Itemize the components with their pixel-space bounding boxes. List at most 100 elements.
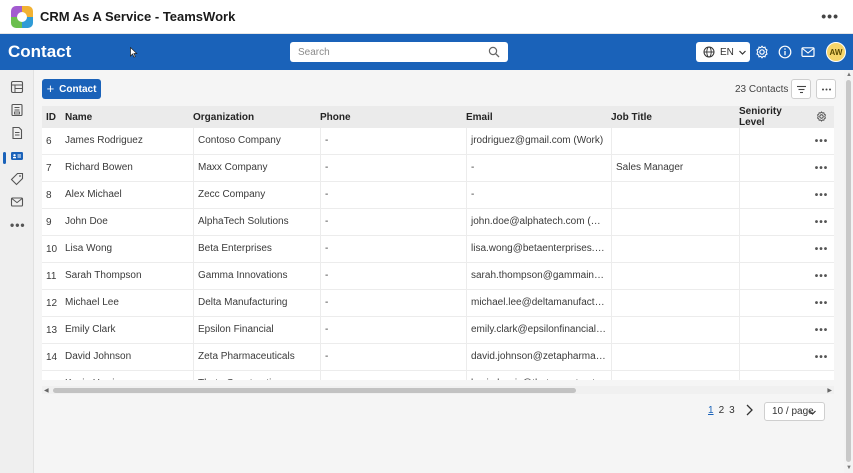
cell-job-title-text	[611, 371, 735, 380]
table-row[interactable]: 12 Michael Lee Delta Manufacturing - michael…	[42, 289, 834, 317]
cell-organization: Maxx Company	[189, 154, 316, 182]
column-header-email[interactable]: Email	[462, 106, 607, 128]
user-avatar[interactable]: AW	[826, 42, 846, 62]
row-more-options-icon[interactable]: •••	[809, 128, 834, 155]
filter-button[interactable]	[791, 79, 811, 99]
column-header-seniority-level[interactable]: Seniority Level	[735, 106, 809, 128]
cell-name-text: Kevin Harris	[65, 371, 189, 380]
page-1-link[interactable]: 1	[708, 405, 714, 416]
cell-phone-text: -	[320, 209, 462, 235]
app-logo-icon	[11, 5, 33, 28]
cell-name-text: James Rodriguez	[65, 135, 143, 146]
search-input[interactable]	[298, 46, 478, 58]
row-more-options-icon[interactable]: •••	[809, 208, 834, 236]
row-more-options-icon[interactable]: •••	[809, 181, 834, 209]
page-header: Contact EN AW	[0, 34, 853, 70]
cell-phone-text: -	[320, 155, 462, 181]
table-row[interactable]: 15 Kevin Harris Theta Construction-kevin.h…	[42, 370, 834, 380]
cell-id: 7	[42, 154, 61, 182]
table-row[interactable]: 14 David Johnson Zeta Pharmaceuticals - davi…	[42, 343, 834, 371]
table-row[interactable]: 11 Sarah Thompson Gamma Innovations - sarah.…	[42, 262, 834, 290]
scroll-down-arrow-icon[interactable]: ▼	[846, 465, 852, 471]
cell-job-title-text	[611, 317, 735, 343]
nav-contacts[interactable]	[9, 148, 25, 164]
cell-job-title: Sales Manager	[607, 154, 735, 182]
column-header-id[interactable]: ID	[42, 106, 61, 128]
row-more-options-icon[interactable]: •••	[809, 343, 834, 371]
cell-phone: -	[316, 316, 462, 344]
vertical-scrollbar[interactable]: ▲ ▼	[844, 70, 853, 473]
row-more-options-icon[interactable]: •••	[809, 289, 834, 317]
table-row[interactable]: 13 Emily Clark Epsilon Financial - emily.cla…	[42, 316, 834, 344]
cell-phone-text: -	[320, 263, 462, 289]
cell-phone: -	[316, 128, 462, 155]
row-more-options-icon[interactable]: •••	[809, 316, 834, 344]
plus-icon: +	[46, 81, 55, 96]
scroll-right-arrow-icon[interactable]: ▶	[827, 387, 832, 394]
column-settings-gear-icon	[817, 111, 826, 123]
row-more-options-icon[interactable]: •••	[809, 154, 834, 182]
cell-seniority-level-text	[739, 209, 809, 235]
filter-icon	[796, 85, 806, 93]
tag-icon	[10, 172, 24, 186]
companies-icon	[11, 103, 23, 117]
cell-organization: Beta Enterprises	[189, 235, 316, 263]
table-row[interactable]: 10 Lisa Wong Beta Enterprises - lisa.wong@be…	[42, 235, 834, 263]
scroll-left-arrow-icon[interactable]: ◀	[44, 387, 49, 394]
vertical-scroll-thumb[interactable]	[846, 80, 851, 462]
column-header-organization[interactable]: Organization	[189, 106, 316, 128]
settings-gear-icon[interactable]	[755, 45, 769, 59]
cell-id: 9	[42, 208, 61, 236]
cell-name-text: Richard Bowen	[65, 162, 133, 173]
cell-email: -	[462, 154, 607, 182]
nav-mail[interactable]	[9, 194, 25, 210]
row-more-options-icon[interactable]: •••	[809, 370, 834, 380]
mouse-cursor-icon	[130, 47, 138, 58]
row-more-options-icon[interactable]: •••	[809, 235, 834, 263]
nav-more-icon[interactable]: •••	[10, 218, 26, 232]
table-row[interactable]: 9 John Doe AlphaTech Solutions - john.doe@al…	[42, 208, 834, 236]
cell-organization-text: Contoso Company	[193, 128, 316, 154]
app-title: CRM As A Service - TeamsWork	[40, 9, 236, 24]
table-row[interactable]: 8 Alex Michael Zecc Company - - •••	[42, 181, 834, 209]
column-header-job-title[interactable]: Job Title	[607, 106, 735, 128]
scroll-up-arrow-icon[interactable]: ▲	[846, 72, 852, 78]
column-header-phone[interactable]: Phone	[316, 106, 462, 128]
nav-companies[interactable]	[9, 102, 25, 118]
cell-phone: -	[316, 262, 462, 290]
table-row[interactable]: 7 Richard Bowen Maxx Company - - Sales Manage…	[42, 154, 834, 182]
table-row[interactable]: 6 James Rodriguez Contoso Company - jrodrigu…	[42, 128, 834, 155]
more-actions-button[interactable]	[816, 79, 836, 99]
nav-tags[interactable]	[9, 171, 25, 187]
cell-phone-text: -	[320, 317, 462, 343]
horizontal-scrollbar[interactable]: ◀ ▶	[42, 386, 834, 394]
add-contact-button[interactable]: + Contact	[42, 79, 101, 99]
horizontal-scroll-thumb[interactable]	[53, 388, 576, 393]
page-size-select[interactable]: 10 / page	[764, 402, 825, 421]
search-box[interactable]	[290, 42, 508, 62]
next-page-chevron-icon[interactable]	[745, 403, 754, 417]
search-icon[interactable]	[488, 46, 500, 58]
info-icon[interactable]	[778, 45, 792, 59]
nav-dashboard[interactable]	[9, 79, 25, 95]
cell-job-title	[607, 370, 735, 380]
mail-icon[interactable]	[801, 45, 815, 59]
cell-seniority-level-text	[739, 236, 809, 262]
page-3-link[interactable]: 3	[729, 405, 735, 416]
page-2-link[interactable]: 2	[719, 405, 725, 416]
nav-documents[interactable]	[9, 125, 25, 141]
cell-id: 10	[42, 235, 61, 263]
cell-seniority-level-text	[739, 290, 809, 316]
cell-name: Lisa Wong	[61, 235, 189, 263]
cell-seniority-level	[735, 181, 809, 209]
cell-job-title-text: Sales Manager	[611, 155, 735, 181]
row-more-options-icon[interactable]: •••	[809, 262, 834, 290]
cell-job-title-text	[611, 128, 735, 154]
column-header-name[interactable]: Name	[61, 106, 189, 128]
cell-email: -	[462, 181, 607, 209]
language-selector[interactable]: EN	[696, 42, 750, 62]
column-settings-button[interactable]	[809, 106, 834, 128]
cell-job-title	[607, 208, 735, 236]
title-bar: CRM As A Service - TeamsWork •••	[0, 0, 853, 34]
more-options-icon[interactable]: •••	[821, 9, 839, 23]
